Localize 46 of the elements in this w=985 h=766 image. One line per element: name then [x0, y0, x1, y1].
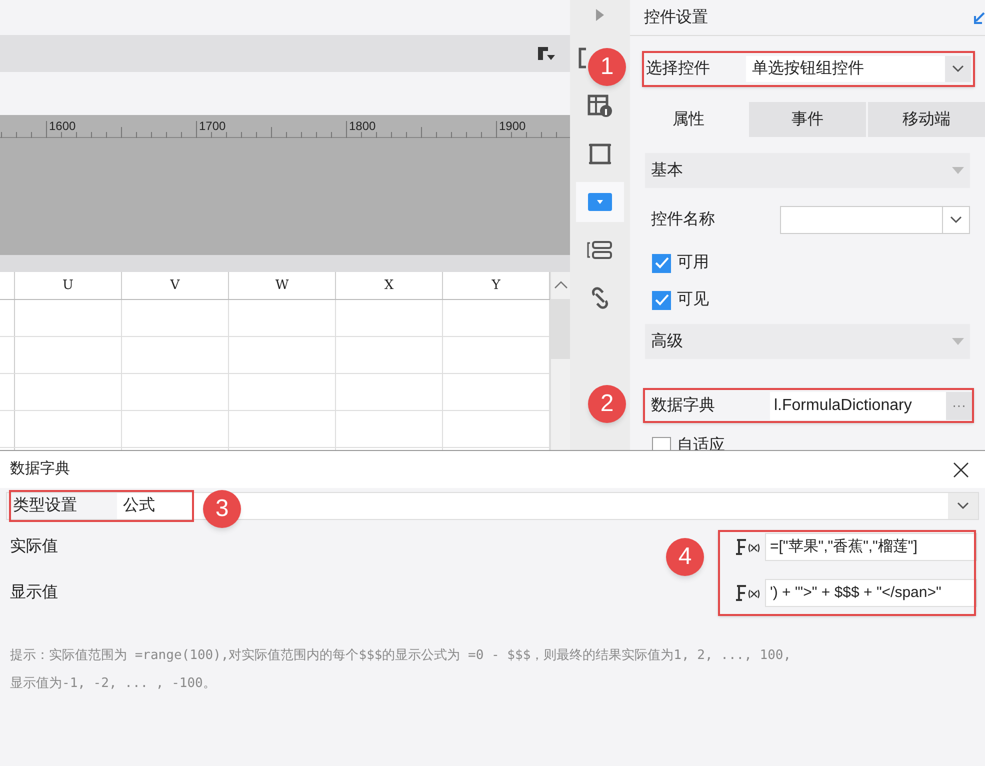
- tab[interactable]: 事件: [747, 102, 866, 137]
- dictionary-field[interactable]: l.FormulaDictionary: [770, 392, 946, 420]
- chevron-down-icon: [952, 65, 964, 73]
- frame-icon: [578, 47, 586, 69]
- dropdown-tool[interactable]: [576, 182, 624, 222]
- ruler-label: 1800: [349, 118, 376, 135]
- formula-field[interactable]: ') + "'>" + $$$ + "</span>": [765, 579, 977, 607]
- function-icon[interactable]: [735, 584, 761, 602]
- ruler-label: 1900: [499, 118, 526, 135]
- dropdown-icon: [588, 193, 612, 211]
- column-header[interactable]: X: [336, 272, 443, 299]
- ruler-label: 1600: [49, 118, 76, 135]
- column-header[interactable]: W: [229, 272, 336, 299]
- field-label: 显示值: [10, 583, 58, 603]
- close-icon[interactable]: [953, 462, 969, 478]
- section-header[interactable]: 高级: [645, 324, 970, 359]
- triangle-down-icon: [952, 167, 964, 174]
- scroll-up-icon[interactable]: [554, 280, 568, 289]
- checkbox[interactable]: [652, 290, 671, 310]
- checkbox-label: 可见: [677, 290, 709, 310]
- field-label: 实际值: [10, 536, 58, 557]
- format-dropdown-icon[interactable]: [536, 46, 556, 62]
- scrollbar-thumb[interactable]: [551, 299, 571, 359]
- triangle-down-icon: [952, 338, 964, 345]
- square-icon: [588, 142, 612, 166]
- column-header[interactable]: V: [122, 272, 229, 299]
- arrow-icon[interactable]: [973, 10, 985, 24]
- ruler-label: 1700: [199, 118, 226, 135]
- field-label: 数据字典: [651, 396, 716, 416]
- formula-field[interactable]: =["苹果","香蕉","榴莲"]: [765, 533, 977, 561]
- checkbox[interactable]: [652, 254, 671, 272]
- column-header[interactable]: U: [15, 272, 122, 299]
- chevron-down-icon: [950, 216, 962, 224]
- tab[interactable]: 移动端: [866, 102, 985, 137]
- checkbox-label: 可用: [677, 253, 709, 273]
- panel-title: 控件设置: [644, 8, 708, 28]
- widget-select[interactable]: 单选按钮组控件: [746, 56, 971, 82]
- field-label: 控件名称: [651, 210, 716, 230]
- expand-icon: [595, 8, 605, 22]
- function-icon[interactable]: [735, 538, 761, 556]
- field-label: 选择控件: [646, 58, 711, 79]
- section-header[interactable]: 基本: [645, 153, 970, 188]
- form-icon: [587, 240, 613, 260]
- hint-text: 提示：实际值范围为 =range(100),对实际值范围内的每个$$$的显示公式为 =0 - $$$，则最终的结果实际值为1, 2, ..., 100,显示值为-1, -2, ... , -100。: [9, 647, 792, 693]
- table-info-icon: [587, 94, 613, 118]
- dialog-title: 数据字典: [10, 459, 70, 480]
